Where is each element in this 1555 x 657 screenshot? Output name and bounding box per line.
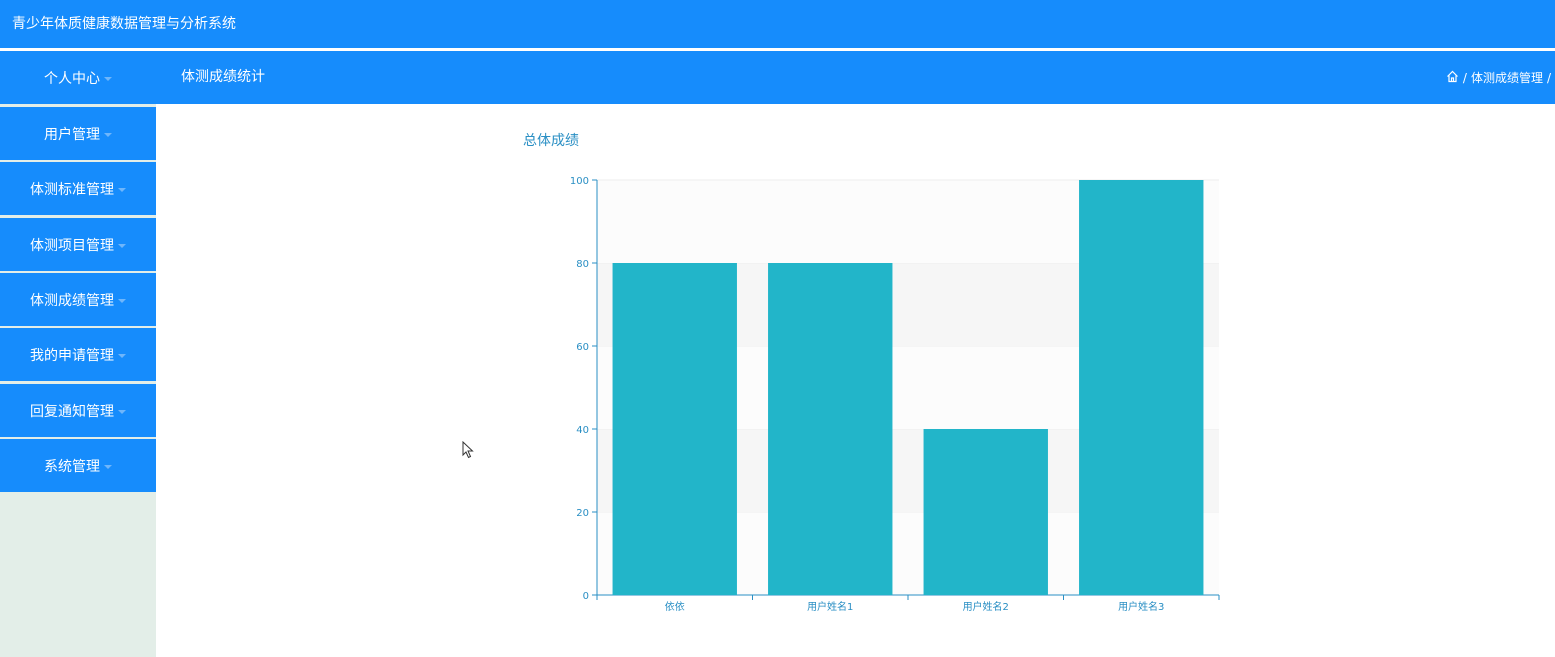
y-tick-label: 0 xyxy=(583,591,589,602)
mouse-cursor-icon xyxy=(462,440,474,463)
y-tick-label: 100 xyxy=(570,176,589,187)
bar-1 xyxy=(612,263,737,595)
bar-4 xyxy=(1079,180,1204,595)
bar-3 xyxy=(923,429,1048,595)
x-tick-label: 用户姓名2 xyxy=(963,600,1009,613)
bar-chart: 0 20 40 60 80 100 依依 用户姓名1 用户姓名2 用户姓名3 xyxy=(570,176,1220,613)
x-tick-label: 用户姓名3 xyxy=(1118,600,1164,613)
bar-2 xyxy=(768,263,893,595)
y-tick-label: 80 xyxy=(576,259,589,270)
y-tick-label: 40 xyxy=(576,425,589,436)
y-tick-label: 20 xyxy=(576,508,589,519)
y-tick-label: 60 xyxy=(576,342,589,353)
x-tick-label: 依依 xyxy=(665,600,685,613)
x-tick-label: 用户姓名1 xyxy=(807,600,853,613)
